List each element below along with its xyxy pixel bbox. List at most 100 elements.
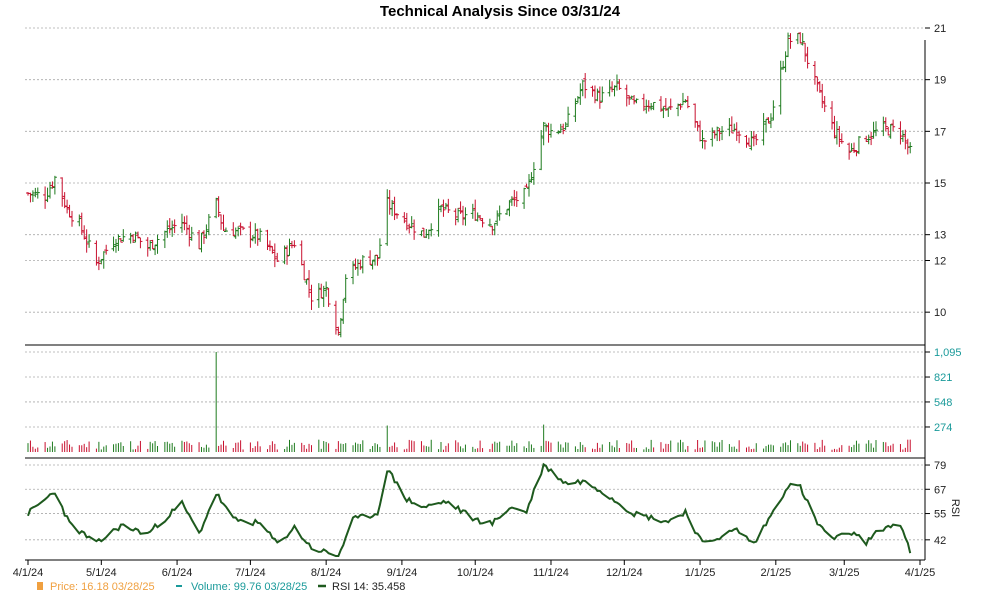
price-bar bbox=[898, 121, 903, 145]
price-bar bbox=[238, 222, 243, 236]
price-bar bbox=[424, 228, 429, 239]
price-bar bbox=[307, 270, 312, 298]
x-tick-label: 3/1/25 bbox=[829, 567, 860, 579]
price-bar bbox=[744, 135, 749, 148]
price-bar bbox=[341, 299, 346, 324]
price-bar bbox=[832, 115, 837, 139]
price-bar bbox=[253, 223, 258, 244]
price-bar bbox=[368, 250, 373, 265]
price-bar bbox=[524, 183, 529, 188]
volume-tick-label: 1,095 bbox=[934, 347, 962, 359]
price-bar bbox=[65, 199, 70, 214]
price-bar bbox=[402, 212, 407, 224]
rsi-axis-label: RSI bbox=[949, 499, 961, 517]
rsi-tick-label: 67 bbox=[934, 484, 946, 496]
price-bar bbox=[610, 81, 615, 93]
price-bar bbox=[783, 51, 788, 73]
x-tick-label: 9/1/24 bbox=[387, 567, 418, 579]
price-bar bbox=[201, 230, 206, 244]
price-bar bbox=[592, 85, 597, 104]
price-bar bbox=[737, 130, 742, 144]
price-bar bbox=[504, 209, 509, 215]
price-bar bbox=[302, 260, 307, 281]
price-tick-label: 21 bbox=[934, 23, 946, 35]
x-tick-label: 5/1/24 bbox=[86, 567, 117, 579]
price-bar bbox=[583, 73, 588, 99]
price-bar bbox=[338, 317, 343, 338]
price-tick-label: 17 bbox=[934, 126, 946, 138]
price-bar bbox=[795, 32, 800, 45]
volume-tick-label: 274 bbox=[934, 422, 952, 434]
volume-y-axis: 274 548 821 1,095 bbox=[925, 347, 962, 434]
price-bar bbox=[456, 207, 461, 223]
price-bar bbox=[236, 226, 241, 237]
price-bar bbox=[62, 192, 67, 209]
stock-chart: Technical Analysis Since 03/31/24 10 12 13… bbox=[13, 3, 962, 593]
price-bar bbox=[272, 243, 277, 268]
price-bar bbox=[695, 121, 700, 132]
price-bar bbox=[607, 80, 612, 97]
chart-title: Technical Analysis Since 03/31/24 bbox=[380, 3, 621, 20]
price-bar bbox=[597, 86, 602, 109]
price-bar bbox=[60, 177, 65, 207]
price-bar bbox=[197, 229, 202, 250]
price-bar bbox=[627, 95, 632, 105]
price-bar bbox=[287, 238, 292, 256]
price-bar bbox=[578, 83, 583, 105]
price-bar bbox=[189, 226, 194, 241]
price-bar bbox=[727, 118, 732, 137]
rsi-y-axis: 42 55 67 79 bbox=[925, 460, 946, 547]
price-bar bbox=[69, 210, 74, 227]
price-bar bbox=[702, 139, 707, 150]
x-tick-label: 12/1/24 bbox=[606, 567, 643, 579]
price-bar bbox=[231, 222, 236, 237]
price-bar bbox=[79, 212, 84, 235]
price-bar bbox=[289, 240, 294, 249]
price-bar bbox=[661, 106, 666, 119]
price-bar bbox=[575, 96, 580, 104]
price-bar bbox=[421, 227, 426, 238]
price-bar bbox=[446, 198, 451, 213]
rsi-grid bbox=[25, 464, 925, 541]
price-bar bbox=[267, 240, 272, 252]
price-bar bbox=[641, 93, 646, 112]
price-bar bbox=[216, 196, 221, 218]
price-bar bbox=[145, 237, 150, 257]
price-tick-label: 10 bbox=[934, 307, 946, 319]
price-bar bbox=[839, 133, 844, 144]
price-bar bbox=[333, 300, 338, 335]
price-bar bbox=[754, 134, 759, 146]
price-bar bbox=[837, 126, 842, 147]
price-bar bbox=[52, 175, 57, 195]
price-y-axis: 10 12 13 15 17 19 21 bbox=[925, 23, 946, 319]
price-bar bbox=[817, 81, 822, 93]
price-bar bbox=[749, 131, 754, 151]
price-bar bbox=[214, 197, 219, 219]
price-bar bbox=[700, 129, 705, 149]
price-bar bbox=[326, 287, 331, 307]
price-bar bbox=[881, 116, 886, 137]
price-bar bbox=[470, 203, 475, 219]
price-bar bbox=[292, 240, 297, 248]
price-bar bbox=[680, 92, 685, 106]
price-bar bbox=[617, 79, 622, 90]
x-tick-label: 6/1/24 bbox=[162, 567, 193, 579]
price-bar bbox=[439, 205, 444, 213]
price-bar bbox=[803, 42, 808, 62]
price-bar bbox=[778, 60, 783, 115]
price-bar bbox=[600, 86, 605, 103]
price-bar bbox=[206, 214, 211, 236]
price-bar bbox=[250, 235, 255, 242]
x-tick-label: 4/1/25 bbox=[905, 567, 936, 579]
price-bar bbox=[874, 121, 879, 137]
price-bar bbox=[883, 117, 888, 132]
price-bar bbox=[343, 274, 348, 303]
price-bar bbox=[87, 234, 92, 248]
x-tick-label: 2/1/25 bbox=[761, 567, 792, 579]
price-legend-swatch bbox=[37, 582, 43, 590]
price-bar bbox=[715, 126, 720, 142]
price-bar bbox=[30, 190, 35, 202]
price-bar bbox=[392, 196, 397, 221]
price-bar bbox=[404, 212, 409, 231]
price-bar bbox=[869, 131, 874, 146]
